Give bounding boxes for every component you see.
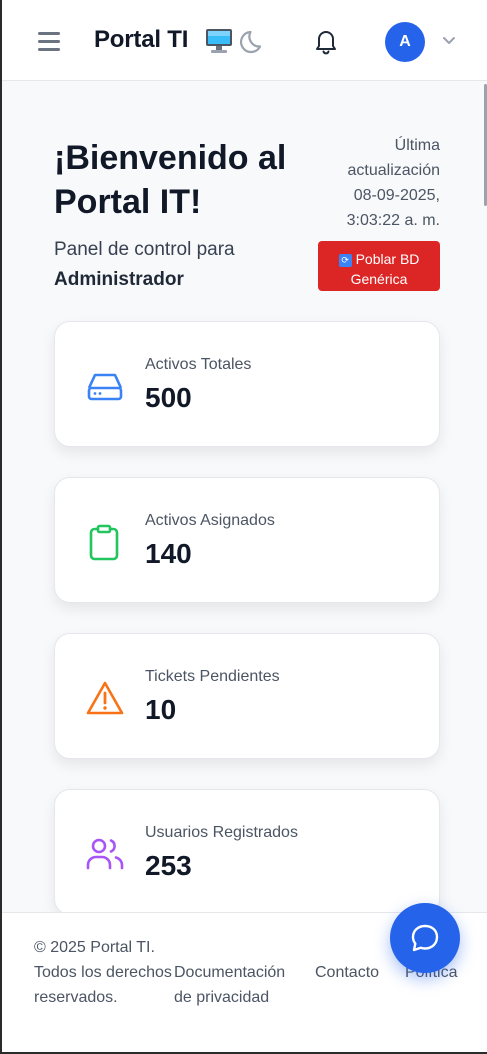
stat-card-registered-users: Usuarios Registrados 253 bbox=[54, 789, 440, 915]
moon-icon[interactable] bbox=[240, 27, 268, 55]
stat-value: 253 bbox=[145, 850, 192, 881]
footer-link-contact[interactable]: Contacto bbox=[315, 960, 379, 985]
clipboard-icon bbox=[89, 524, 119, 561]
stat-card-pending-tickets: Tickets Pendientes 10 bbox=[54, 633, 440, 759]
copyright-text: © 2025 Portal TI. Todos los derechos res… bbox=[34, 939, 172, 1006]
user-role: Administrador bbox=[54, 269, 184, 290]
populate-db-button[interactable]: ⟳ Poblar BD Genérica bbox=[318, 241, 440, 291]
subtitle-text: Panel de control para bbox=[54, 239, 235, 260]
monitor-icon bbox=[206, 29, 232, 53]
stat-value: 10 bbox=[145, 694, 177, 725]
window-frame-left bbox=[0, 0, 2, 1054]
stat-value: 500 bbox=[145, 382, 192, 413]
user-avatar[interactable]: A bbox=[385, 22, 425, 62]
stat-value: 140 bbox=[145, 538, 192, 569]
last-update-value: 08-09-2025, 3:03:22 a. m. bbox=[346, 187, 440, 229]
populate-button-label: Poblar BD Genérica bbox=[350, 250, 420, 287]
footer-link-privacy[interactable]: Documentación de privacidad bbox=[174, 960, 304, 1010]
chevron-down-icon[interactable] bbox=[440, 30, 458, 50]
chat-button[interactable] bbox=[390, 903, 460, 973]
menu-icon[interactable] bbox=[36, 28, 64, 54]
last-update-label: Última actualización bbox=[347, 137, 441, 179]
stat-card-assigned-assets: Activos Asignados 140 bbox=[54, 477, 440, 603]
welcome-subtitle: Panel de control para Administrador bbox=[54, 235, 314, 295]
last-update: Última actualización 08-09-2025, 3:03:22… bbox=[320, 133, 440, 233]
stat-label: Activos Totales bbox=[145, 356, 252, 373]
brand-title: Portal TI bbox=[94, 26, 189, 53]
welcome-title: ¡Bienvenido al Portal IT! bbox=[54, 139, 287, 221]
users-icon bbox=[86, 838, 124, 870]
stat-card-total-assets: Activos Totales 500 bbox=[54, 321, 440, 447]
alert-triangle-icon bbox=[86, 681, 124, 715]
stat-label: Activos Asignados bbox=[145, 512, 275, 529]
stat-label: Tickets Pendientes bbox=[145, 668, 280, 685]
stat-label: Usuarios Registrados bbox=[145, 824, 298, 841]
chat-bubble-icon bbox=[411, 924, 439, 952]
hard-drive-icon bbox=[87, 373, 123, 401]
bell-icon[interactable] bbox=[312, 26, 340, 56]
sync-icon: ⟳ bbox=[338, 253, 352, 267]
top-header: Portal TI A bbox=[2, 0, 487, 81]
